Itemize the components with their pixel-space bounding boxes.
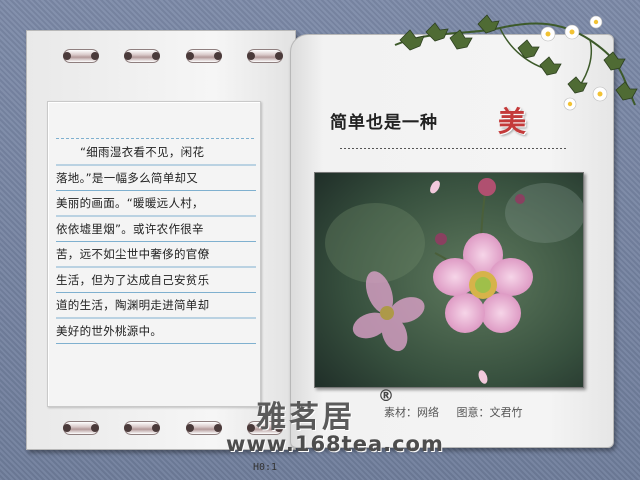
poem-line: 美好的世外桃源中。 <box>56 323 163 338</box>
flower-photo <box>314 172 584 388</box>
binding-ring-icon <box>246 49 283 63</box>
binding-ring-icon <box>185 49 222 63</box>
left-page: “细雨湿衣看不见，闲花 落地。”是一幅多么简单却又 美丽的画面。“暖暖远人村， … <box>26 30 296 473</box>
poem-line: 苦，远不如尘世中奢侈的官僚 <box>56 247 210 261</box>
registered-mark: ® <box>378 386 394 405</box>
page-number: H0:1 <box>253 462 278 473</box>
binding-ring-icon <box>63 421 99 435</box>
credits: 素材：网络 图意：文君竹 <box>384 404 537 420</box>
anemone-flower-icon <box>315 173 583 387</box>
credit-material: 素材：网络 <box>384 406 439 419</box>
page-title: 简单也是一种 <box>330 113 438 133</box>
divider <box>56 138 256 139</box>
logo-text: 雅茗居 <box>256 400 355 435</box>
title-accent: 美 <box>498 105 527 138</box>
poem-line: 美丽的画面。“暖暖远人村， <box>56 196 204 210</box>
poem-box: “细雨湿衣看不见，闲花 落地。”是一幅多么简单却又 美丽的画面。“暖暖远人村， … <box>47 101 277 473</box>
poem-line: 道的生活，陶渊明走进简单却 <box>56 298 210 312</box>
binding-ring-icon <box>124 421 161 435</box>
poem-text: “细雨湿衣看不见，闲花 落地。”是一幅多么简单却又 美丽的画面。“暖暖远人村， … <box>56 140 256 344</box>
poem-line: 落地。”是一幅多么简单却又 <box>56 170 199 185</box>
poem-line: “细雨湿衣看不见，闲花 <box>80 145 205 159</box>
poem-line: 依依墟里烟”。或许农作很辛 <box>56 221 204 236</box>
title-underline <box>340 148 566 149</box>
credit-design: 图意：文君竹 <box>456 406 523 419</box>
binding-ring-icon <box>185 421 222 435</box>
top-binding-rings <box>63 49 283 67</box>
poem-line: 生活，但为了达成自己安贫乐 <box>56 272 210 287</box>
binding-ring-icon <box>63 49 99 63</box>
site-url: www.168tea.com <box>226 432 444 456</box>
binding-ring-icon <box>124 49 161 63</box>
